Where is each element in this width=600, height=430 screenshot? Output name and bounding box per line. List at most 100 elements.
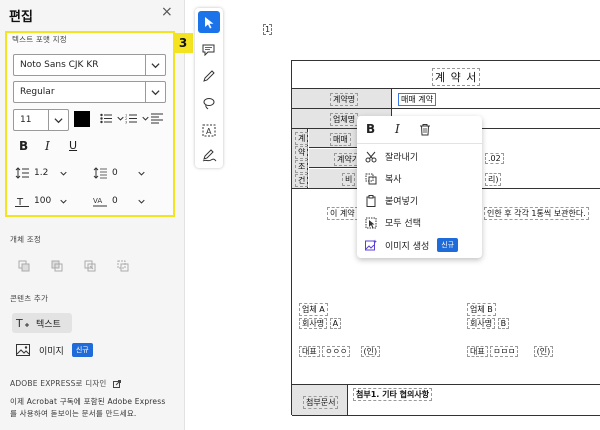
sign-tool-button[interactable] bbox=[198, 144, 220, 166]
horizontal-scale-field[interactable]: T 100 bbox=[15, 195, 67, 207]
chevron-down-icon bbox=[145, 82, 165, 102]
body-text-left[interactable]: 이 계약 bbox=[327, 207, 358, 220]
representative-a[interactable]: 대표 ㅇㅇㅇ (인) bbox=[299, 346, 381, 357]
bullet-list-button[interactable] bbox=[100, 113, 124, 124]
body-text-right[interactable]: 인한 후 각각 1통씩 보관한다. bbox=[484, 207, 589, 220]
add-content-section-label: 콘텐츠 추가 bbox=[10, 294, 49, 303]
attachment-value[interactable]: 첨부1. 기타 협의사항 bbox=[353, 388, 433, 401]
terms-char-4[interactable]: 건 bbox=[295, 174, 309, 187]
terms-char-1[interactable]: 계 bbox=[295, 132, 309, 145]
title-row: 계 약 서 bbox=[292, 61, 600, 89]
ctx-generate-image-item[interactable]: 이미지 생성 신규 bbox=[365, 238, 459, 252]
copy-icon bbox=[365, 173, 377, 184]
bring-to-front-icon[interactable] bbox=[18, 260, 30, 272]
lasso-tool-button[interactable] bbox=[198, 92, 220, 114]
text-select-icon: A bbox=[202, 124, 216, 136]
send-backward-icon[interactable] bbox=[84, 260, 96, 272]
svg-text:A: A bbox=[206, 127, 212, 136]
select-tool-button[interactable] bbox=[198, 11, 220, 33]
company-name-label[interactable]: 업체명 bbox=[330, 113, 359, 126]
express-section-label: ADOBE EXPRESS로 디자인 bbox=[10, 378, 122, 389]
bold-button[interactable]: B bbox=[19, 139, 28, 153]
comment-tool-button[interactable] bbox=[198, 38, 220, 60]
draw-tool-button[interactable] bbox=[198, 65, 220, 87]
chevron-down-icon bbox=[48, 110, 68, 130]
text-format-section: 텍스트 포맷 지정 Noto Sans CJK KR Regular 11 1 … bbox=[5, 31, 175, 217]
text-color-swatch[interactable] bbox=[74, 111, 90, 127]
express-description-1: 이제 Acrobat 구독에 포함된 Adobe Express bbox=[10, 397, 166, 406]
line-spacing-field[interactable]: 1.2 bbox=[15, 167, 67, 179]
step-badge: 3 bbox=[173, 33, 193, 53]
trash-icon bbox=[420, 124, 430, 136]
bring-forward-icon[interactable] bbox=[51, 260, 63, 272]
note-value[interactable]: 리) bbox=[485, 173, 502, 186]
align-button[interactable] bbox=[151, 113, 163, 124]
new-badge: 신규 bbox=[437, 238, 459, 252]
ctx-bold-button[interactable]: B bbox=[366, 122, 375, 136]
contract-date-value[interactable]: .02 bbox=[485, 153, 504, 164]
font-size-value: 11 bbox=[20, 115, 32, 125]
page-number: 1 bbox=[263, 24, 273, 35]
contract-name-label[interactable]: 계약명 bbox=[330, 93, 359, 106]
paragraph-spacing-field[interactable]: 0 bbox=[93, 167, 145, 179]
character-spacing-value: 0 bbox=[112, 196, 118, 206]
close-icon[interactable]: × bbox=[161, 4, 173, 20]
ctx-paste-label: 붙여넣기 bbox=[385, 197, 419, 207]
font-size-dropdown[interactable]: 11 bbox=[13, 109, 69, 131]
paragraph-spacing-value: 0 bbox=[112, 168, 118, 178]
attachment-row: 첨부문서 첨부1. 기타 협의사항 bbox=[292, 384, 600, 416]
chevron-down-icon bbox=[60, 171, 67, 176]
italic-button[interactable]: I bbox=[45, 139, 50, 153]
ctx-italic-button[interactable]: I bbox=[395, 122, 400, 136]
context-menu: B I 잘라내기 복사 붙여넣기 모두 선택 이미지 생성 신규 bbox=[357, 116, 482, 258]
underline-button[interactable]: U bbox=[69, 139, 77, 152]
align-left-icon bbox=[151, 113, 163, 124]
panel-title: 편집 bbox=[9, 10, 33, 25]
chevron-down-icon bbox=[138, 171, 145, 176]
ctx-cut-item[interactable]: 잘라내기 bbox=[365, 150, 418, 163]
text-select-tool-button[interactable]: A bbox=[198, 119, 220, 141]
font-family-value: Noto Sans CJK KR bbox=[20, 60, 99, 70]
document-title[interactable]: 계 약 서 bbox=[432, 68, 481, 86]
note-label[interactable]: 비 bbox=[342, 173, 356, 186]
add-image-icon bbox=[16, 344, 30, 356]
ctx-copy-label: 복사 bbox=[385, 175, 402, 185]
add-text-button[interactable]: T 텍스트 bbox=[12, 313, 72, 333]
signature-icon bbox=[202, 148, 216, 161]
lasso-icon bbox=[203, 97, 215, 109]
company-a[interactable]: 업체 A bbox=[299, 303, 328, 316]
line-spacing-icon bbox=[15, 167, 29, 179]
company-a-name[interactable]: 회사명 A bbox=[299, 318, 342, 329]
add-image-button[interactable]: 이미지 신규 bbox=[16, 343, 93, 357]
terms-char-3[interactable]: 조 bbox=[295, 160, 309, 173]
company-b[interactable]: 업체 B bbox=[467, 303, 496, 316]
representative-b[interactable]: 대표 ㅁㅁㅁ (인) bbox=[467, 346, 554, 357]
character-spacing-field[interactable]: VA 0 bbox=[93, 195, 145, 207]
ctx-select-all-label: 모두 선택 bbox=[385, 219, 421, 229]
contract-name-value[interactable]: 매매 계약 bbox=[398, 93, 436, 106]
ctx-delete-button[interactable] bbox=[419, 123, 431, 139]
attachment-label[interactable]: 첨부문서 bbox=[303, 396, 339, 409]
paste-icon bbox=[366, 194, 376, 207]
generate-image-icon bbox=[365, 239, 377, 251]
edit-panel: 편집 × 텍스트 포맷 지정 Noto Sans CJK KR Regular … bbox=[0, 0, 193, 430]
font-style-dropdown[interactable]: Regular bbox=[13, 81, 166, 103]
sale-label[interactable]: 매매 bbox=[330, 133, 351, 146]
select-all-icon bbox=[365, 217, 377, 228]
scissors-icon bbox=[365, 151, 377, 162]
send-to-back-icon[interactable] bbox=[117, 260, 129, 272]
chevron-down-icon bbox=[138, 199, 145, 204]
terms-char-2[interactable]: 약 bbox=[295, 146, 309, 159]
format-section-label: 텍스트 포맷 지정 bbox=[12, 35, 67, 44]
ctx-select-all-item[interactable]: 모두 선택 bbox=[365, 216, 421, 229]
company-b-name[interactable]: 회사명 B bbox=[467, 318, 510, 329]
ctx-copy-item[interactable]: 복사 bbox=[365, 172, 402, 185]
font-family-dropdown[interactable]: Noto Sans CJK KR bbox=[13, 54, 166, 76]
font-style-value: Regular bbox=[20, 87, 55, 97]
express-description-2: 를 사용하여 돋보이는 문서를 만드세요. bbox=[10, 409, 137, 418]
cursor-icon bbox=[204, 16, 213, 28]
arrange-section-label: 개체 조정 bbox=[10, 235, 41, 244]
ctx-paste-item[interactable]: 붙여넣기 bbox=[365, 194, 418, 207]
external-link-icon bbox=[113, 380, 122, 388]
numbered-list-button[interactable]: 123 bbox=[125, 113, 149, 124]
